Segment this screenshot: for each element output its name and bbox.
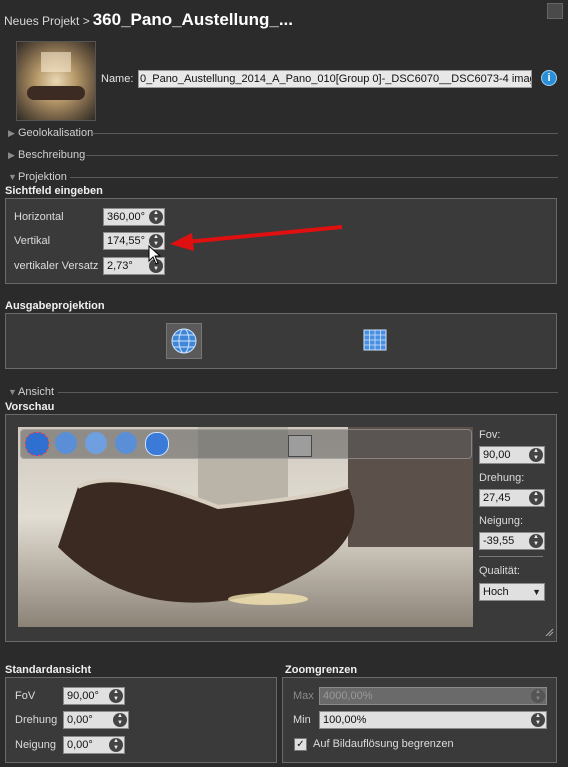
zoom-out-icon[interactable] [55, 432, 77, 454]
frame-icon[interactable] [85, 432, 107, 454]
output-projection-panel [5, 313, 557, 369]
stepper-arrows-icon[interactable]: ▲▼ [529, 534, 543, 548]
zoom-max-stepper: 4000,00% ▲ ▼ [319, 687, 547, 705]
vertical-offset-label: vertikaler Versatz [14, 260, 99, 272]
rotation-value: 27,45 [483, 492, 511, 504]
window-control-button[interactable] [547, 3, 563, 19]
page-title: 360_Pano_Austellung_... [92, 10, 294, 29]
preview-title: Vorschau [5, 401, 55, 413]
preview-panel: Fov: 90,00 ▲ ▼ Drehung: 27,45 ▲ ▼ Neigung:… [5, 414, 557, 642]
expand-arrow-icon: ▶ [8, 128, 15, 138]
expand-arrow-icon: ▶ [8, 150, 15, 160]
default-rotation-value: 0,00° [67, 714, 93, 726]
default-fov-value: 90,00° [67, 690, 99, 702]
breadcrumb: Neues Projekt >360_Pano_Austellung_... [4, 10, 293, 40]
default-view-panel: FoV 90,00° ▲ ▼ Drehung 0,00° ▲ ▼ Neigung 0… [5, 677, 277, 763]
stepper-arrows-icon[interactable]: ▲▼ [113, 713, 127, 727]
fit-to-window-icon[interactable] [25, 432, 49, 456]
preview-toolbar [20, 429, 472, 459]
default-tilt-label: Neigung [15, 739, 56, 751]
default-view-title: Standardansicht [5, 664, 92, 676]
section-view[interactable]: ▼Ansicht [8, 386, 54, 400]
output-projection-title: Ausgabeprojektion [5, 300, 105, 312]
default-fov-label: FoV [15, 690, 36, 702]
chevron-down-icon: ▼ [532, 587, 541, 597]
divider [58, 392, 558, 393]
vertical-value: 174,55° [107, 235, 146, 247]
fov-stepper[interactable]: 90,00 ▲ ▼ [479, 446, 545, 464]
divider [479, 556, 543, 557]
tilt-value: -39,55 [483, 535, 515, 547]
divider [70, 177, 558, 178]
default-tilt-stepper[interactable]: 0,00° ▲ ▼ [63, 736, 125, 754]
vertical-label: Vertikal [14, 235, 51, 247]
section-description[interactable]: ▶ Beschreibung [8, 149, 85, 163]
section-view-label: Ansicht [18, 386, 55, 398]
stepper-arrows-icon: ▲ ▼ [531, 689, 545, 703]
horizontal-value: 360,00° [107, 211, 146, 223]
field-of-view-title: Sichtfeld eingeben [5, 185, 103, 197]
quality-label: Qualität: [479, 565, 520, 577]
tilt-label: Neigung: [479, 515, 524, 527]
section-description-label: Beschreibung [18, 149, 86, 161]
field-of-view-panel: Horizontal 360,00° ▲ ▼ Vertikal 174,55° ▲… [5, 198, 557, 284]
limit-to-resolution-label[interactable]: Auf Bildauflösung begrenzen [313, 738, 454, 750]
stepper-arrows-icon[interactable]: ▲▼ [529, 448, 543, 462]
vertical-offset-value: 2,73° [107, 260, 133, 272]
fov-label: Fov: [479, 429, 501, 441]
zoom-min-label: Min [293, 714, 311, 726]
zoom-min-value: 100,00% [323, 714, 367, 726]
zoom-max-value: 4000,00% [323, 690, 373, 702]
quality-select[interactable]: Hoch ▼ [479, 583, 545, 601]
stepper-arrows-icon[interactable]: ▲▼ [529, 491, 543, 505]
default-rotation-label: Drehung [15, 714, 58, 726]
mouse-cursor-icon [148, 245, 162, 265]
rotation-stepper[interactable]: 27,45 ▲ ▼ [479, 489, 545, 507]
panorama-thumbnail [16, 41, 96, 121]
stepper-arrows-icon[interactable]: ▲▼ [531, 713, 545, 727]
resize-grip-icon[interactable] [544, 627, 554, 637]
breadcrumb-parent-link[interactable]: Neues Projekt > [4, 14, 90, 28]
globe-icon [171, 328, 197, 354]
thumbnail-counter-shape [27, 86, 85, 100]
divider [92, 133, 558, 134]
stepper-arrows-icon[interactable]: ▲▼ [109, 738, 123, 752]
fov-value: 90,00 [483, 449, 511, 461]
horizontal-stepper[interactable]: 360,00° ▲ ▼ [103, 208, 165, 226]
limit-to-resolution-checkbox[interactable]: ✓ [294, 738, 307, 751]
default-fov-stepper[interactable]: 90,00° ▲ ▼ [63, 687, 125, 705]
zoom-limits-panel: Max 4000,00% ▲ ▼ Min 100,00% ▲ ▼ ✓ Auf Bil… [282, 677, 557, 763]
zoom-min-stepper[interactable]: 100,00% ▲ ▼ [319, 711, 547, 729]
grid-plane-icon [363, 329, 387, 351]
horizontal-label: Horizontal [14, 211, 64, 223]
section-geolocation-label: Geolokalisation [18, 127, 94, 139]
tilt-stepper[interactable]: -39,55 ▲ ▼ [479, 532, 545, 550]
section-projection-label: Projektion [18, 171, 67, 183]
rotation-label: Drehung: [479, 472, 525, 484]
quality-value: Hoch [483, 586, 509, 598]
panorama-preview-viewport[interactable] [18, 427, 473, 627]
stepper-arrows-icon[interactable]: ▲▼ [109, 689, 123, 703]
default-tilt-value: 0,00° [67, 739, 93, 751]
name-label: Name: [101, 73, 134, 85]
spherical-projection-button[interactable] [166, 323, 202, 359]
project-name-input[interactable]: 0_Pano_Austellung_2014_A_Pano_010[Group … [138, 70, 532, 88]
stepper-arrows-icon[interactable]: ▲▼ [149, 210, 163, 224]
info-icon[interactable]: i [541, 70, 557, 86]
compass-icon[interactable] [145, 432, 169, 456]
collapse-arrow-icon: ▼ [8, 387, 17, 397]
section-geolocation[interactable]: ▶ Geolokalisation [8, 127, 93, 141]
section-projection[interactable]: ▼Projektion [8, 171, 67, 185]
collapse-arrow-icon: ▼ [8, 172, 17, 182]
planar-projection-button[interactable] [358, 323, 392, 357]
annotation-arrow-icon [170, 225, 343, 251]
zoom-max-label: Max [293, 690, 314, 702]
zoom-limits-title: Zoomgrenzen [285, 664, 358, 676]
zoom-in-icon[interactable] [115, 432, 137, 454]
thumbnail-highlight [41, 52, 71, 72]
default-rotation-stepper[interactable]: 0,00° ▲ ▼ [63, 711, 129, 729]
divider [86, 155, 558, 156]
